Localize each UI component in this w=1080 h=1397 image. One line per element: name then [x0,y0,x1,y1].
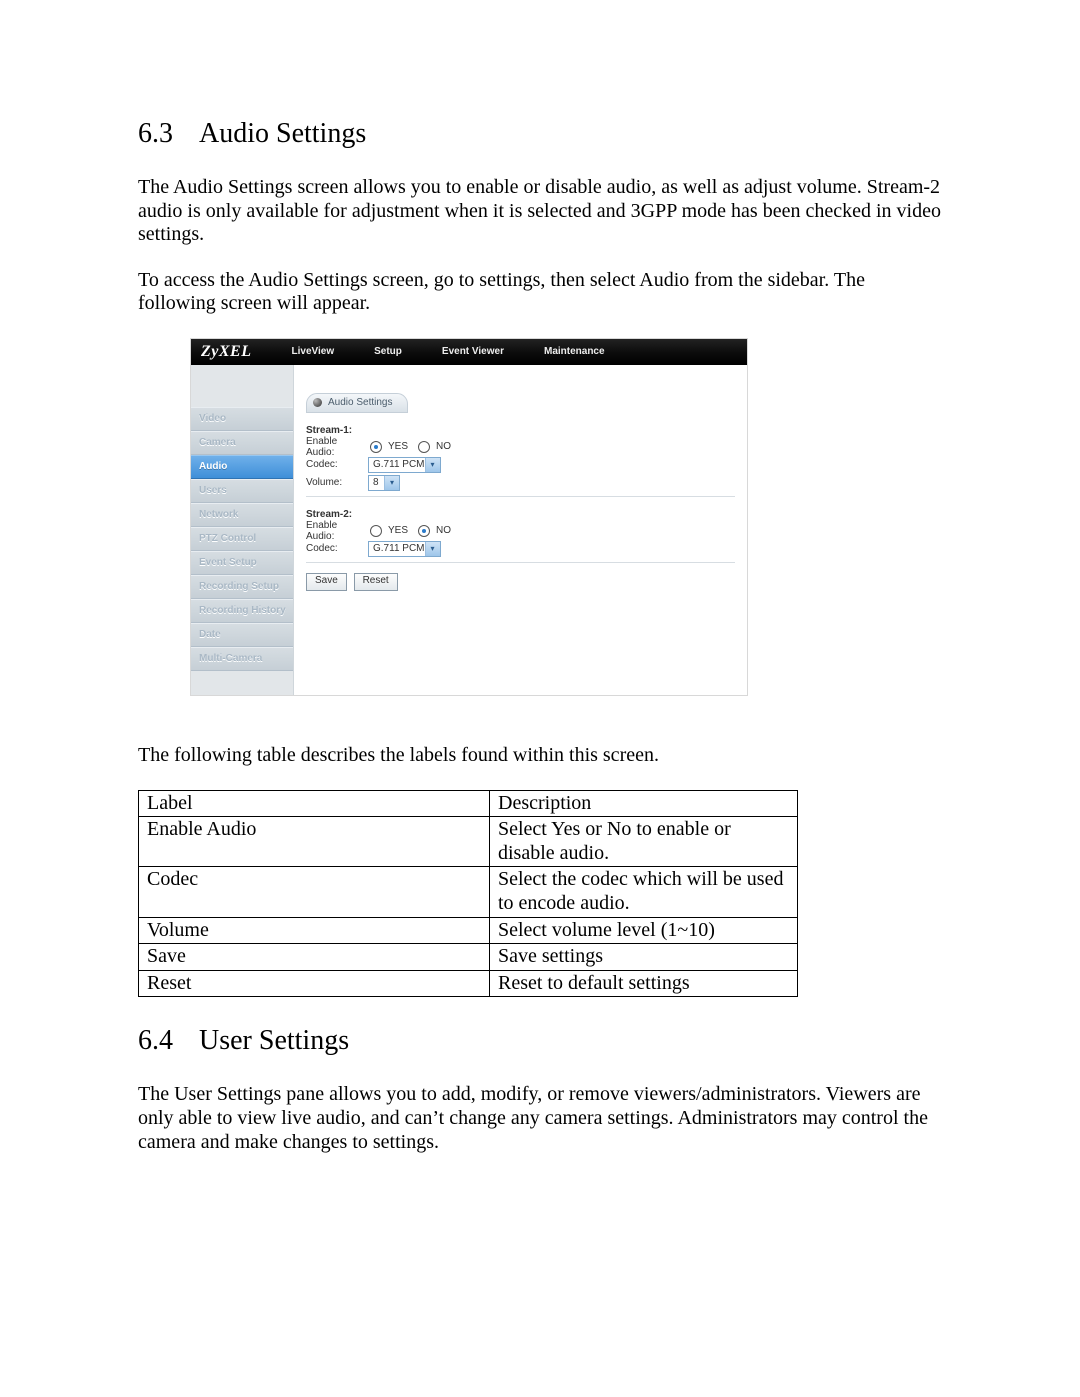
stream2-codec-value: G.711 PCM [373,543,425,554]
tab-label: Audio Settings [328,397,393,408]
button-row: Save Reset [306,573,735,591]
sidebar-item-recording-setup[interactable]: Recording Setup [191,575,293,599]
section-title: User Settings [199,1025,349,1056]
stream1-title: Stream-1: [306,425,735,436]
table-cell-label: Codec [139,867,490,917]
table-header-label: Label [139,790,490,817]
table-header-row: Label Description [139,790,798,817]
table-row: Enable Audio Select Yes or No to enable … [139,817,798,867]
section-6-3-heading: 6.3 Audio Settings [138,118,942,150]
table-cell-label: Enable Audio [139,817,490,867]
topnav-eventviewer[interactable]: Event Viewer [442,346,504,357]
stream1-volume-label: Volume: [306,477,364,488]
table-cell-desc: Select Yes or No to enable or disable au… [490,817,798,867]
table-header-desc: Description [490,790,798,817]
stream1-codec-value: G.711 PCM [373,459,425,470]
stream1-volume-row: Volume: 8 ▾ [306,474,735,492]
chevron-down-icon: ▾ [384,476,399,490]
sidebar-item-ptz-control[interactable]: PTZ Control [191,527,293,551]
topnav-setup[interactable]: Setup [374,346,402,357]
section-6-3-para-2: To access the Audio Settings screen, go … [138,269,942,316]
stream1-enable-no-radio[interactable] [418,441,430,453]
stream1-enable-no-text: NO [436,441,451,452]
sidebar-item-multi-camera[interactable]: Multi-Camera [191,647,293,671]
sidebar-item-recording-history[interactable]: Recording History [191,599,293,623]
stream2-enable-label: Enable Audio: [306,520,364,542]
table-cell-desc: Reset to default settings [490,970,798,997]
sidebar-item-video[interactable]: Video [191,407,293,431]
table-row: Volume Select volume level (1~10) [139,917,798,944]
main-panel: Audio Settings Stream-1: Enable Audio: Y… [294,365,747,695]
table-row: Reset Reset to default settings [139,970,798,997]
sidebar-item-audio[interactable]: Audio [191,455,293,479]
stream2-codec-row: Codec: G.711 PCM ▾ [306,540,735,558]
sidebar-item-event-setup[interactable]: Event Setup [191,551,293,575]
section-6-3-para-1: The Audio Settings screen allows you to … [138,176,942,247]
stream2-title: Stream-2: [306,509,735,520]
reset-button[interactable]: Reset [354,573,398,591]
topnav-maintenance[interactable]: Maintenance [544,346,605,357]
stream2-enable-yes-text: YES [388,525,408,536]
stream2-enable-row: Enable Audio: YES NO [306,522,735,540]
stream1-enable-yes-radio[interactable] [370,441,382,453]
stream1-enable-row: Enable Audio: YES NO [306,438,735,456]
divider [306,562,735,563]
table-intro: The following table describes the labels… [138,744,942,768]
section-6-4-para-1: The User Settings pane allows you to add… [138,1083,942,1154]
table-row: Save Save settings [139,944,798,971]
sidebar-item-network[interactable]: Network [191,503,293,527]
audio-settings-screenshot: ZyXEL LiveView Setup Event Viewer Mainte… [190,338,748,696]
divider [306,496,735,497]
stream2-enable-yes-radio[interactable] [370,525,382,537]
sidebar-item-users[interactable]: Users [191,479,293,503]
brand-logo: ZyXEL [191,343,264,361]
section-number: 6.4 [138,1025,173,1057]
sidebar-item-camera[interactable]: Camera [191,431,293,455]
stream1-codec-select[interactable]: G.711 PCM ▾ [368,457,441,473]
chevron-down-icon: ▾ [425,542,440,556]
stream1-enable-yes-text: YES [388,441,408,452]
table-cell-label: Save [139,944,490,971]
stream2-codec-label: Codec: [306,543,364,554]
chevron-down-icon: ▾ [425,458,440,472]
table-cell-desc: Select volume level (1~10) [490,917,798,944]
topnav-liveview[interactable]: LiveView [292,346,335,357]
tab-audio-settings[interactable]: Audio Settings [306,393,408,413]
stream1-volume-select[interactable]: 8 ▾ [368,475,400,491]
stream1-codec-row: Codec: G.711 PCM ▾ [306,456,735,474]
labels-description-table: Label Description Enable Audio Select Ye… [138,790,798,998]
stream2-enable-no-radio[interactable] [418,525,430,537]
section-number: 6.3 [138,118,173,150]
stream2-codec-select[interactable]: G.711 PCM ▾ [368,541,441,557]
app-topbar: ZyXEL LiveView Setup Event Viewer Mainte… [191,339,747,365]
table-row: Codec Select the codec which will be use… [139,867,798,917]
stream1-codec-label: Codec: [306,459,364,470]
section-6-4-heading: 6.4 User Settings [138,1025,942,1057]
table-cell-label: Volume [139,917,490,944]
table-cell-desc: Select the codec which will be used to e… [490,867,798,917]
section-title: Audio Settings [199,118,366,149]
save-button[interactable]: Save [306,573,347,591]
stream1-volume-value: 8 [373,477,379,488]
table-cell-label: Reset [139,970,490,997]
sidebar-item-date[interactable]: Date [191,623,293,647]
top-navigation: LiveView Setup Event Viewer Maintenance [264,346,748,357]
stream1-enable-label: Enable Audio: [306,436,364,458]
sidebar: Video Camera Audio Users Network PTZ Con… [191,365,294,695]
table-cell-desc: Save settings [490,944,798,971]
stream2-enable-no-text: NO [436,525,451,536]
